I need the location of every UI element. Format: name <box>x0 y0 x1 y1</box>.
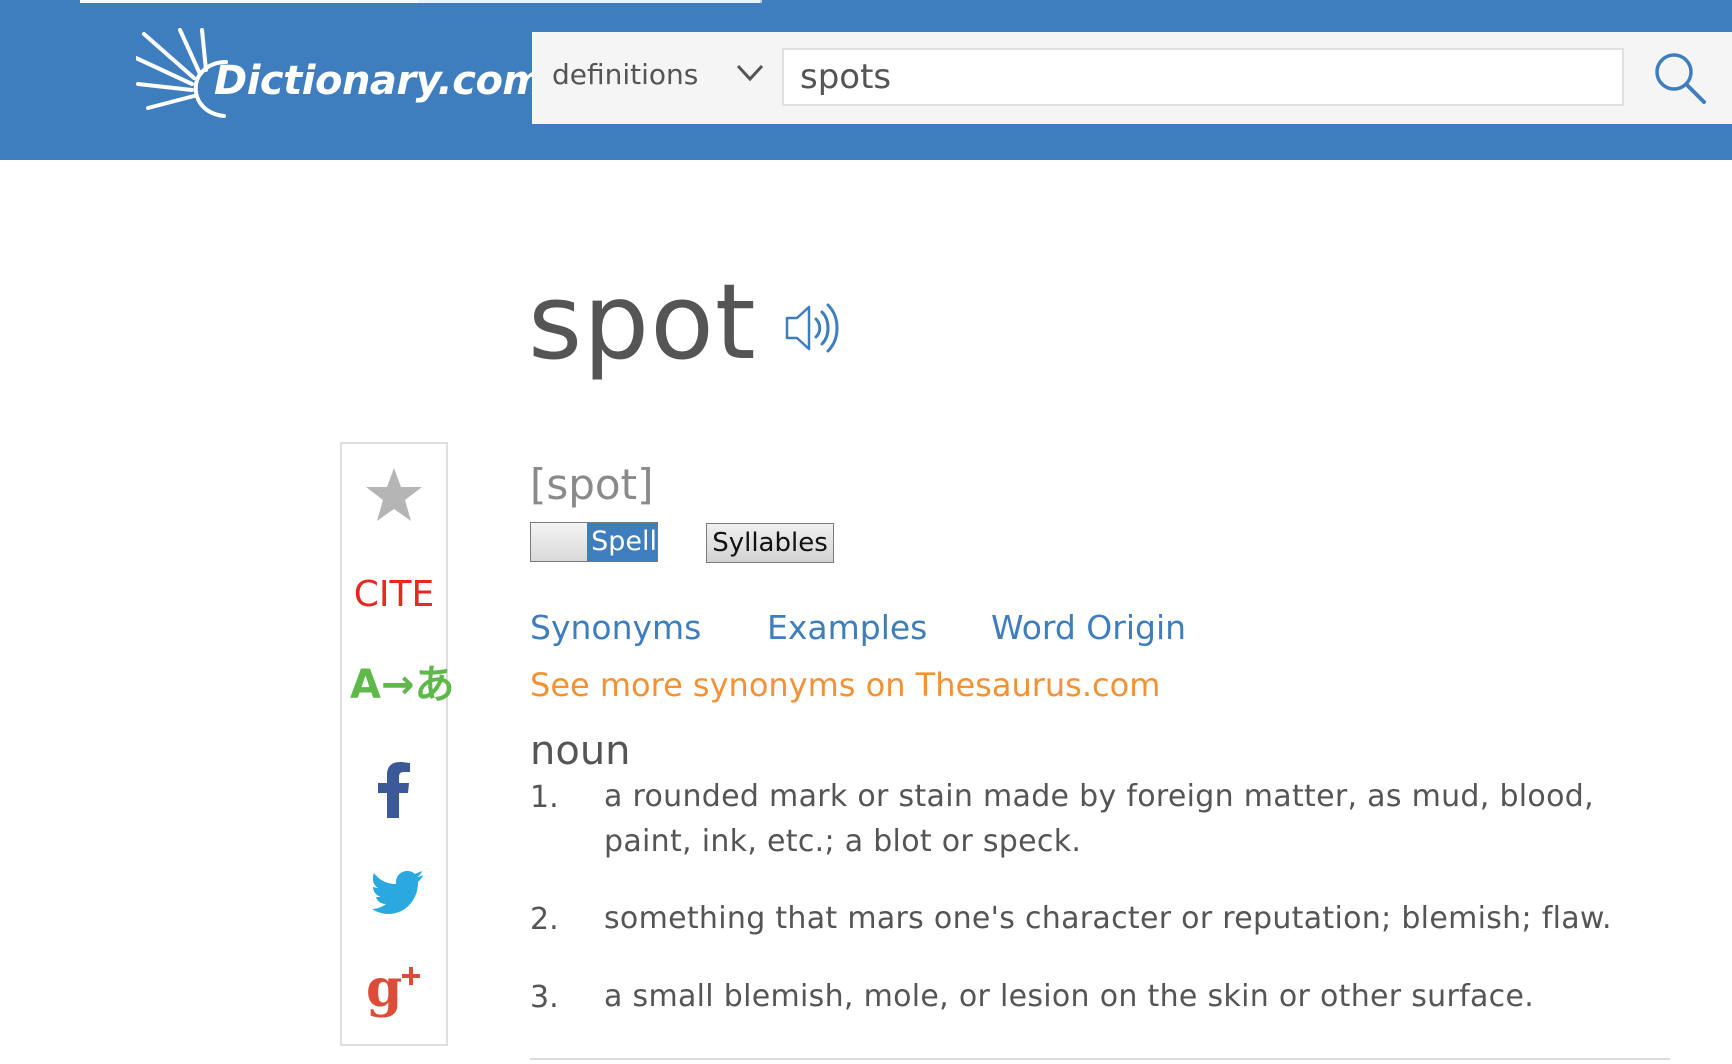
twitter-icon[interactable] <box>372 870 424 914</box>
definition-text: a small blemish, mole, or lesion on the … <box>604 979 1535 1014</box>
site-logo[interactable]: Dictionary.com <box>136 28 544 120</box>
pronunciation: [spot] <box>530 460 654 509</box>
spell-toggle[interactable]: Spell <box>530 522 658 562</box>
google-plus-icon[interactable]: g <box>366 962 422 1024</box>
search-type-select[interactable]: definitions <box>552 58 698 91</box>
svg-text:g: g <box>366 962 402 1019</box>
translate-button[interactable]: A→あ <box>350 652 454 710</box>
facebook-icon[interactable] <box>376 762 412 818</box>
definition-text: something that mars one's character or r… <box>604 901 1612 936</box>
share-sidebar <box>340 442 448 1046</box>
logo-text: Dictionary.com <box>214 58 544 104</box>
definition-number: 3. <box>530 980 559 1015</box>
definition-number: 2. <box>530 902 559 937</box>
word-origin-link[interactable]: Word Origin <box>991 608 1186 647</box>
headword: spot <box>528 261 757 383</box>
cite-button[interactable]: CITE <box>352 574 436 615</box>
definition-number: 1. <box>530 780 559 815</box>
speaker-icon[interactable] <box>784 300 840 356</box>
definition-text: a rounded mark or stain made by foreign … <box>604 779 1594 859</box>
synonyms-link[interactable]: Synonyms <box>530 608 701 647</box>
browser-tab-strip <box>80 0 418 3</box>
chevron-down-icon[interactable] <box>736 64 764 82</box>
spell-toggle-label[interactable]: Spell <box>587 523 657 561</box>
part-of-speech: noun <box>530 728 631 774</box>
divider <box>530 1058 1670 1060</box>
browser-tab-strip <box>760 0 762 3</box>
thesaurus-link[interactable]: See more synonyms on Thesaurus.com <box>530 666 1160 704</box>
syllables-button[interactable]: Syllables <box>706 523 834 563</box>
browser-tab-strip <box>418 0 761 3</box>
search-icon[interactable] <box>1650 50 1710 106</box>
search-input[interactable] <box>782 48 1624 106</box>
star-icon[interactable] <box>364 466 424 524</box>
examples-link[interactable]: Examples <box>767 608 927 647</box>
toggle-knob[interactable] <box>531 523 588 561</box>
